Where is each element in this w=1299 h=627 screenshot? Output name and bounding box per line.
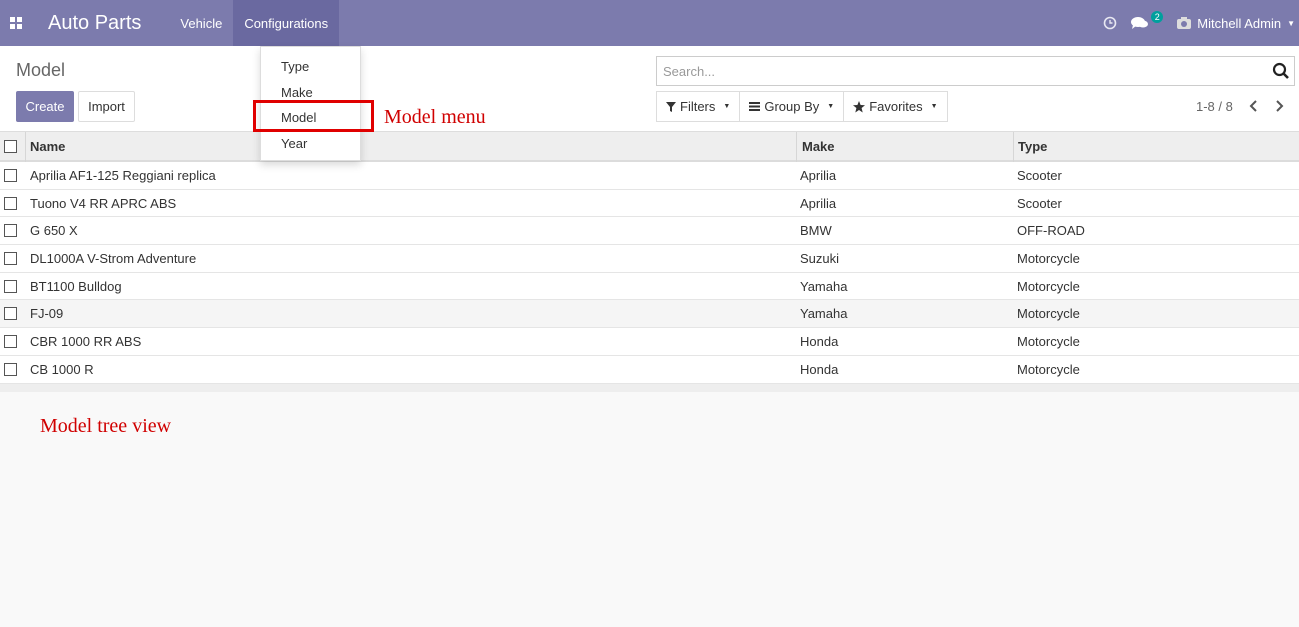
cell-make: Yamaha [800, 306, 848, 322]
cell-make: Yamaha [800, 278, 848, 294]
row-checkbox[interactable] [4, 362, 17, 376]
select-all-checkbox[interactable] [4, 139, 17, 153]
annotation-model-menu: Model menu [384, 106, 486, 128]
breadcrumb-title: Model [16, 60, 66, 80]
filters-label: Filters [680, 99, 716, 114]
column-divider [796, 132, 797, 162]
table-footer [0, 383, 1299, 392]
cell-make: Aprilia [800, 195, 837, 211]
create-button[interactable]: Create [16, 91, 74, 122]
user-avatar-icon [1177, 17, 1192, 29]
messages-badge: 2 [1151, 11, 1164, 23]
table-row[interactable]: BT1100 Bulldog Yamaha Motorcycle [0, 272, 1299, 301]
cell-type: Motorcycle [1017, 333, 1080, 349]
dropdown-item-year[interactable]: Year [281, 136, 307, 151]
filter-icon [666, 101, 676, 112]
main-navbar: Auto Parts Vehicle Configurations 2 Mitc… [0, 0, 1299, 46]
row-checkbox[interactable] [4, 334, 17, 348]
column-header-type[interactable]: Type [1018, 139, 1047, 154]
row-checkbox[interactable] [4, 224, 17, 238]
pager-previous-icon[interactable] [1245, 96, 1261, 116]
filters-button[interactable]: Filters ▼ [656, 91, 741, 122]
row-checkbox[interactable] [4, 251, 17, 265]
user-caret-icon: ▼ [1287, 18, 1295, 28]
table-row[interactable]: Tuono V4 RR APRC ABS Aprilia Scooter [0, 189, 1299, 218]
dropdown-item-make[interactable]: Make [281, 85, 313, 100]
group-by-caret-icon: ▼ [827, 103, 835, 110]
group-by-label: Group By [764, 99, 820, 114]
app-title[interactable]: Auto Parts [48, 12, 141, 35]
model-menu-highlight-box [253, 100, 374, 132]
cell-type: Scooter [1017, 195, 1062, 211]
cell-type: OFF-ROAD [1017, 223, 1085, 239]
cell-name: Aprilia AF1-125 Reggiani replica [30, 167, 216, 183]
cell-make: BMW [800, 223, 832, 239]
table-row[interactable]: FJ-09 Yamaha Motorcycle [0, 300, 1299, 329]
messages-icon[interactable]: 2 [1124, 0, 1164, 46]
row-checkbox[interactable] [4, 168, 17, 182]
search-input[interactable] [657, 57, 1257, 85]
group-by-button[interactable]: Group By ▼ [739, 91, 845, 122]
cell-type: Scooter [1017, 167, 1062, 183]
star-icon [853, 100, 866, 113]
cell-name: BT1100 Bulldog [30, 278, 122, 294]
nav-menu-configurations[interactable]: Configurations [233, 0, 340, 46]
group-by-icon [749, 102, 761, 111]
column-header-make[interactable]: Make [802, 139, 835, 154]
table-header: Name Make Type [0, 132, 1299, 162]
search-options: Filters ▼ Group By ▼ Favorites ▼ [656, 91, 948, 122]
cell-make: Aprilia [800, 167, 837, 183]
table-row[interactable]: DL1000A V-Strom Adventure Suzuki Motorcy… [0, 245, 1299, 273]
apps-menu-icon[interactable] [0, 0, 32, 46]
cell-make: Honda [800, 333, 839, 349]
row-checkbox[interactable] [4, 196, 17, 210]
table-row[interactable]: G 650 X BMW OFF-ROAD [0, 217, 1299, 246]
row-checkbox[interactable] [4, 279, 17, 293]
control-panel: Model Create Import Filters ▼ Group By ▼… [0, 46, 1299, 132]
cell-type: Motorcycle [1017, 278, 1080, 294]
cell-name: FJ-09 [30, 306, 64, 322]
column-header-name[interactable]: Name [30, 139, 65, 154]
pager-next-icon[interactable] [1272, 96, 1288, 116]
cell-name: DL1000A V-Strom Adventure [30, 250, 197, 266]
cell-name: CBR 1000 RR ABS [30, 333, 142, 349]
cell-make: Suzuki [800, 250, 840, 266]
cell-name: CB 1000 R [30, 361, 94, 377]
favorites-button[interactable]: Favorites ▼ [843, 91, 948, 122]
model-list-table: Name Make Type Aprilia AF1-125 Reggiani … [0, 132, 1299, 392]
cell-type: Motorcycle [1017, 306, 1080, 322]
table-row[interactable]: CB 1000 R Honda Motorcycle [0, 355, 1299, 384]
column-divider [25, 132, 26, 162]
cell-type: Motorcycle [1017, 361, 1080, 377]
cell-name: Tuono V4 RR APRC ABS [30, 195, 177, 211]
cell-type: Motorcycle [1017, 250, 1080, 266]
filters-caret-icon: ▼ [723, 103, 731, 110]
search-bar [656, 56, 1295, 86]
table-row[interactable]: CBR 1000 RR ABS Honda Motorcycle [0, 328, 1299, 356]
user-name: Mitchell Admin [1197, 15, 1282, 31]
user-menu[interactable]: Mitchell Admin ▼ [1163, 0, 1299, 46]
cell-make: Honda [800, 361, 839, 377]
table-row[interactable]: Aprilia AF1-125 Reggiani replica Aprilia… [0, 162, 1299, 190]
column-divider [1013, 132, 1014, 162]
import-button[interactable]: Import [78, 91, 135, 122]
pager-value[interactable]: 1-8 / 8 [1196, 99, 1233, 114]
row-checkbox[interactable] [4, 307, 17, 321]
favorites-label: Favorites [869, 99, 923, 114]
cell-name: G 650 X [30, 223, 78, 239]
search-icon[interactable] [1272, 62, 1290, 80]
annotation-model-tree-view: Model tree view [40, 415, 172, 437]
activity-clock-icon[interactable] [1096, 0, 1124, 46]
favorites-caret-icon: ▼ [930, 103, 938, 110]
nav-menu-vehicle[interactable]: Vehicle [169, 0, 233, 46]
dropdown-item-type[interactable]: Type [281, 59, 309, 74]
